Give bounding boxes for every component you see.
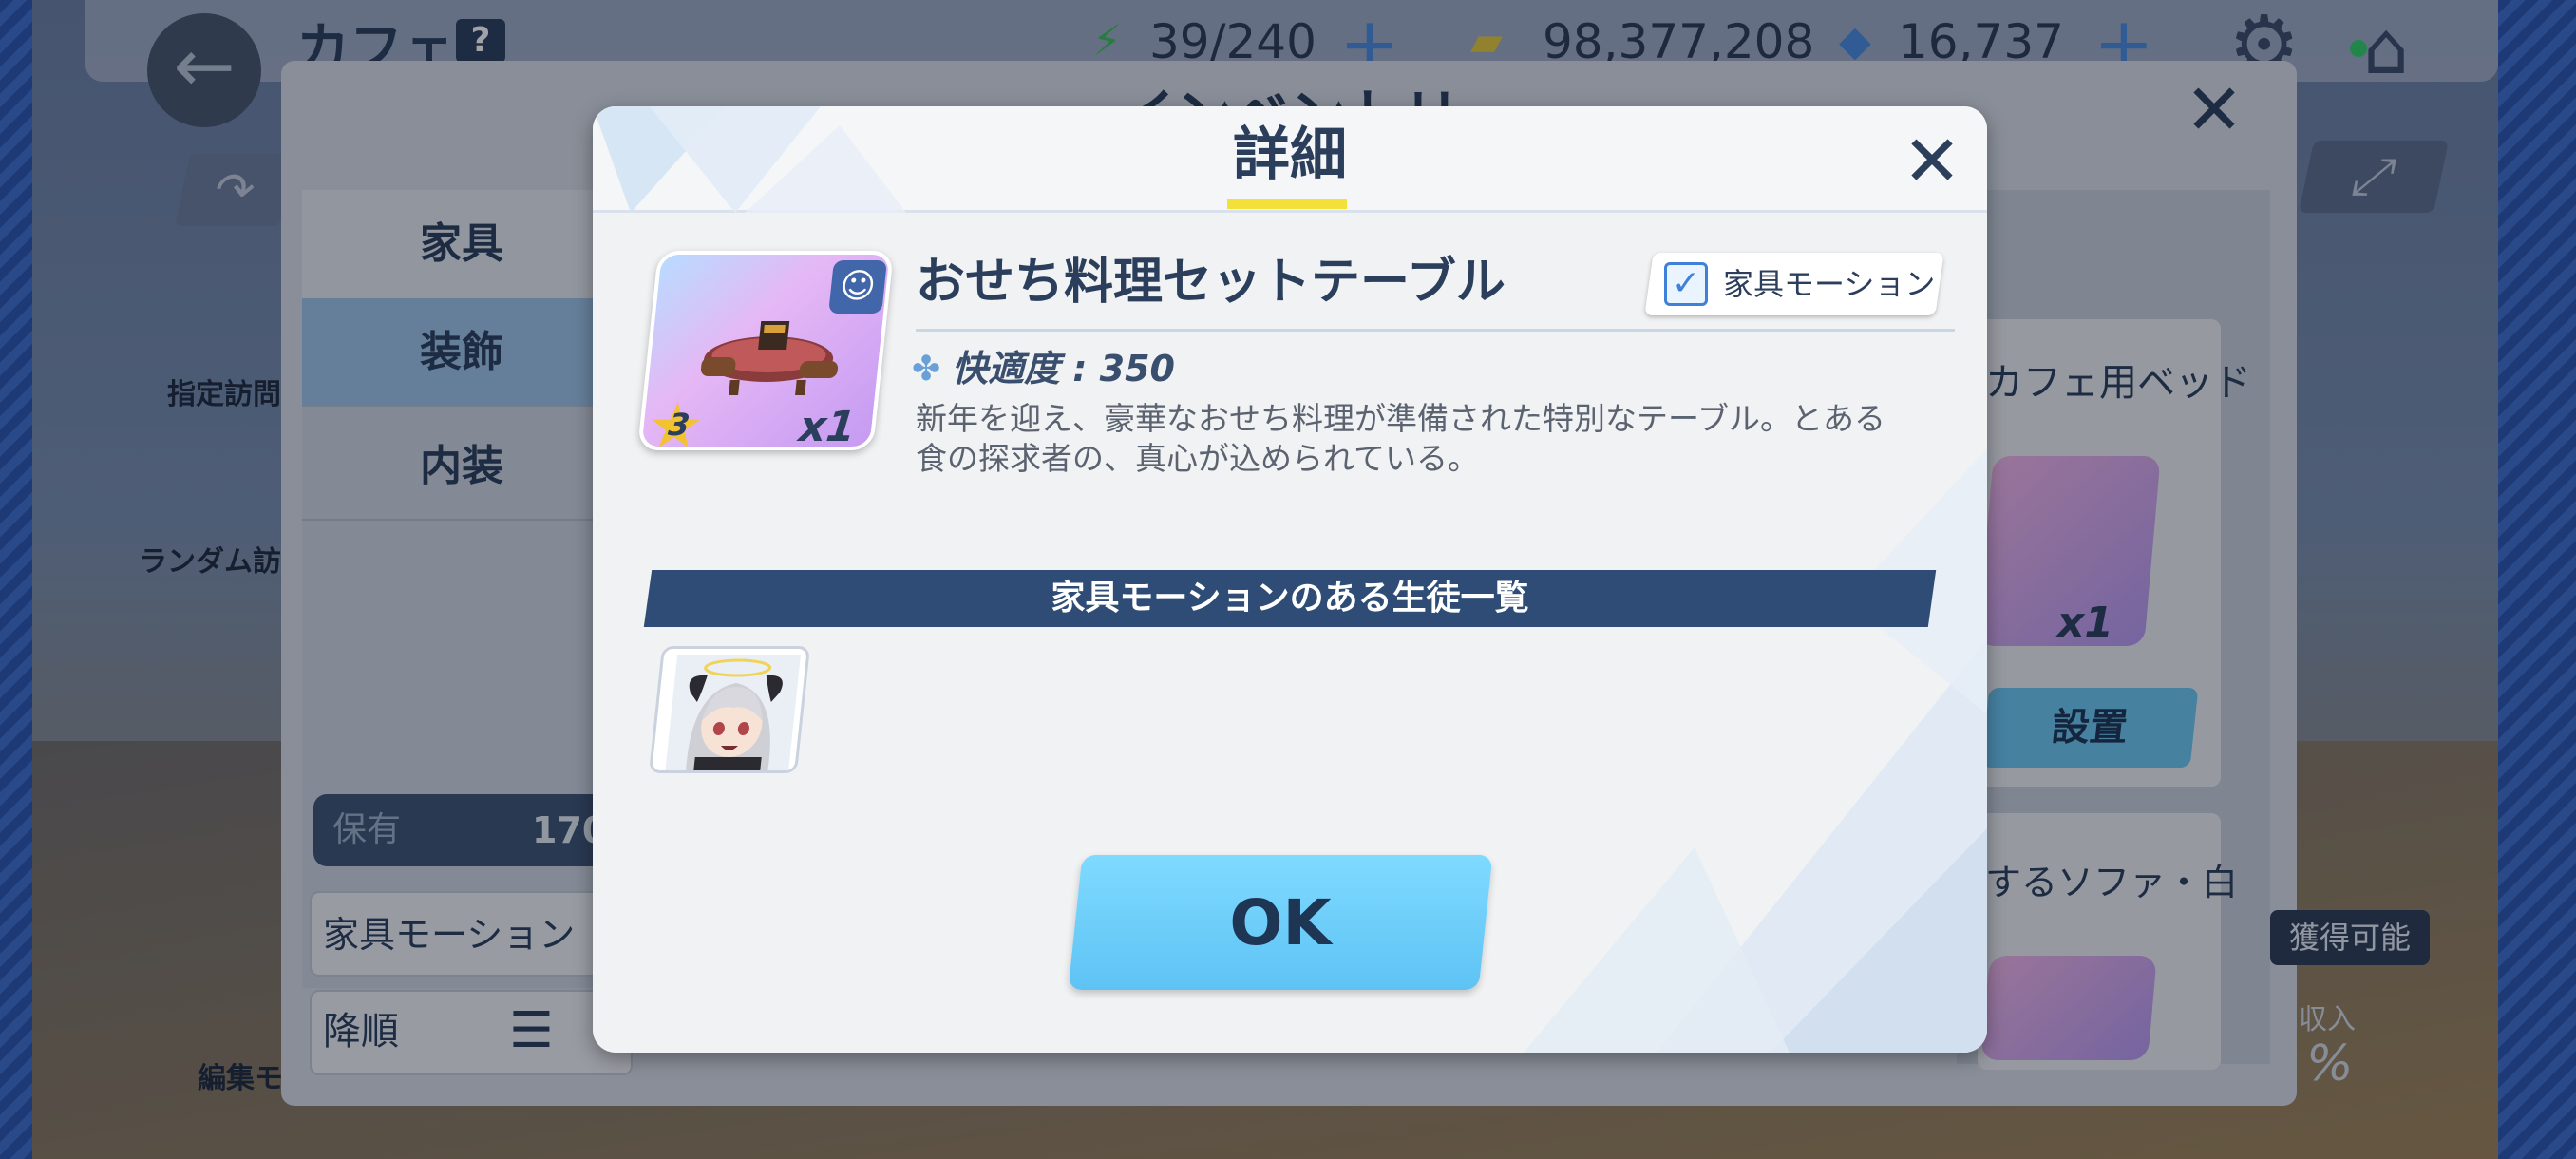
detail-dialog: 詳細 ✕ ☺ ★ 3 x1 おせち料理セットテーブル ✓ 家具モーション ✤ 快… [593,106,1987,1053]
dialog-title: 詳細 [1233,122,1347,188]
osechi-table-image [700,321,839,395]
item-grade: 3 [666,407,692,443]
divider [916,329,1955,332]
motion-toggle-label: 家具モーション [1723,266,1936,302]
item-thumbnail: ☺ ★ 3 x1 [636,251,895,450]
title-underline [1227,200,1347,209]
ok-button-label: OK [1229,886,1332,960]
item-quantity: x1 [796,403,859,450]
students-banner-title: 家具モーションのある生徒一覧 [1051,579,1529,618]
item-description-line: 新年を迎え、豪華なおせち料理が準備された特別なテーブル。とある [916,400,1886,437]
close-icon[interactable]: ✕ [1894,124,1970,200]
comfort-value: 快適度 : 350 [952,348,1175,390]
item-description-line: 食の探求者の、真心が込められている。 [916,440,1480,477]
checkbox-checked-icon[interactable]: ✓ [1664,262,1708,306]
smile-motion-icon: ☺ [828,260,887,314]
student-avatar-image [665,655,802,772]
student-portrait[interactable] [648,646,811,773]
clover-icon: ✤ [912,350,941,389]
screen: ← カフェ ? ⚡ 39/240 + ▰ 98,377,208 ◆ 16,737… [0,0,2576,1159]
item-name: おせち料理セットテーブル [916,254,1506,311]
